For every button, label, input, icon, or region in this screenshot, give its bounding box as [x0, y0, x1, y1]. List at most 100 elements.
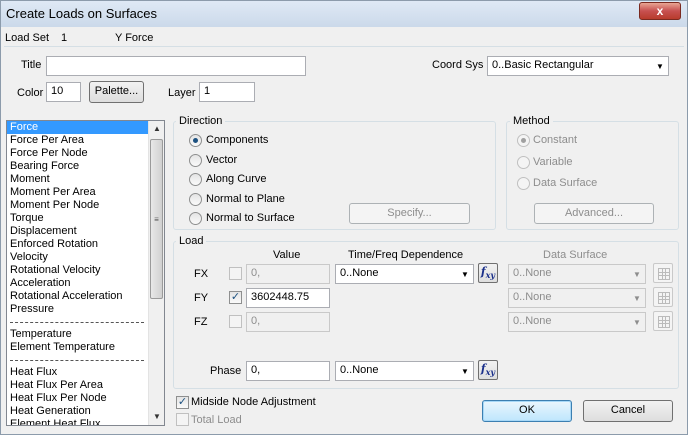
load-set-id: 1 [61, 32, 68, 44]
coord-sys-select[interactable]: 0..Basic Rectangular ▼ [487, 56, 669, 76]
load-type-item[interactable]: Force Per Node [7, 147, 164, 160]
cancel-button[interactable]: Cancel [583, 400, 673, 422]
phase-time-value: 0..None [340, 364, 379, 376]
load-type-item[interactable]: Element Temperature [7, 341, 164, 354]
total-load-checkbox[interactable] [176, 413, 189, 426]
fz-data-surface-select[interactable]: 0..None ▼ [508, 312, 646, 332]
fy-data-surface-table-icon[interactable] [653, 287, 673, 307]
load-set-label: Load Set [5, 32, 50, 44]
fz-data-surface-table-icon[interactable] [653, 311, 673, 331]
chevron-down-icon: ▼ [633, 293, 641, 303]
color-label: Color [17, 87, 44, 99]
fx-time-value: 0..None [340, 267, 379, 279]
midside-checkbox[interactable]: ✓ [176, 396, 189, 409]
fx-function-editor-icon[interactable]: fxy [478, 263, 498, 283]
method-radio[interactable] [517, 155, 530, 169]
fy-data-surface-value: 0..None [513, 291, 552, 303]
direction-radio[interactable] [189, 153, 202, 167]
value-column-header: Value [273, 249, 301, 261]
load-type-item[interactable]: Pressure [7, 303, 164, 316]
direction-title: Direction [176, 115, 226, 127]
direction-option-label: Along Curve [206, 173, 267, 185]
direction-radio[interactable] [189, 212, 202, 225]
load-set-name: Y Force [115, 32, 154, 44]
fy-data-surface-select[interactable]: 0..None ▼ [508, 288, 646, 308]
direction-radio[interactable] [189, 134, 202, 147]
scroll-down-icon[interactable]: ▼ [149, 409, 164, 425]
check-icon: ✓ [230, 291, 241, 303]
load-type-item[interactable]: Bearing Force [7, 160, 164, 173]
list-scrollbar[interactable]: ▲ ≡ ▼ [148, 121, 164, 425]
close-button[interactable]: x [639, 2, 681, 20]
load-type-list[interactable]: Force Force Per Area Force Per Node Bearing… [6, 120, 165, 426]
load-type-item[interactable]: Heat Flux Per Area [7, 379, 164, 392]
direction-radio[interactable] [189, 192, 202, 206]
load-type-item[interactable]: Element Heat Flux [7, 418, 164, 425]
fxy-subscript: xy [485, 367, 496, 378]
layer-label: Layer [168, 87, 196, 99]
check-icon: ✓ [177, 396, 188, 408]
load-type-item[interactable]: Torque [7, 212, 164, 225]
load-type-item[interactable]: Heat Generation [7, 405, 164, 418]
color-input[interactable]: 10 [46, 82, 81, 102]
coord-sys-label: Coord Sys [432, 59, 484, 71]
scroll-thumb[interactable]: ≡ [150, 139, 163, 299]
load-type-item[interactable]: Velocity [7, 251, 164, 264]
load-type-item[interactable]: Moment [7, 173, 164, 186]
title-label: Title [21, 59, 42, 71]
window-title: Create Loads on Surfaces [6, 6, 158, 21]
load-type-item[interactable]: Acceleration [7, 277, 164, 290]
advanced-button[interactable]: Advanced... [534, 203, 654, 224]
palette-button[interactable]: Palette... [89, 81, 144, 103]
direction-option-label: Normal to Plane [206, 192, 285, 205]
ok-button[interactable]: OK [482, 400, 572, 422]
header-divider [4, 46, 684, 47]
load-type-item[interactable]: Displacement [7, 225, 164, 238]
phase-time-select[interactable]: 0..None ▼ [335, 361, 474, 381]
direction-option-label: Normal to Surface [206, 212, 295, 224]
fx-data-surface-table-icon[interactable] [653, 263, 673, 283]
fx-data-surface-select[interactable]: 0..None ▼ [508, 264, 646, 284]
load-type-item[interactable]: Heat Flux Per Node [7, 392, 164, 405]
load-type-item[interactable]: Rotational Velocity [7, 264, 164, 277]
fz-data-surface-value: 0..None [513, 315, 552, 327]
layer-input[interactable]: 1 [199, 82, 255, 102]
specify-button[interactable]: Specify... [349, 203, 470, 224]
fx-value-input[interactable]: 0, [246, 264, 330, 284]
phase-label: Phase [210, 365, 242, 377]
load-type-item[interactable]: Enforced Rotation [7, 238, 164, 251]
method-option-label: Variable [533, 155, 573, 168]
load-type-item[interactable]: Rotational Acceleration [7, 290, 164, 303]
fy-value-input[interactable]: 3602448.75 [246, 288, 330, 308]
fy-label: FY [194, 292, 209, 304]
phase-function-editor-icon[interactable]: fxy [478, 360, 498, 380]
fy-checkbox[interactable]: ✓ [229, 291, 242, 304]
load-type-item[interactable]: Force Per Area [7, 134, 164, 147]
fz-value-input[interactable]: 0, [246, 312, 330, 332]
direction-radio[interactable] [189, 173, 202, 186]
chevron-down-icon: ▼ [461, 269, 469, 279]
fx-checkbox[interactable] [229, 267, 242, 280]
chevron-down-icon: ▼ [461, 366, 469, 376]
method-radio[interactable] [517, 177, 530, 190]
fx-time-select[interactable]: 0..None ▼ [335, 264, 474, 284]
load-type-item[interactable]: Moment Per Node [7, 199, 164, 212]
method-radio[interactable] [517, 134, 530, 147]
fz-checkbox[interactable] [229, 315, 242, 328]
title-input[interactable] [46, 56, 306, 76]
chevron-down-icon: ▼ [633, 317, 641, 327]
load-type-item[interactable]: Moment Per Area [7, 186, 164, 199]
load-type-item[interactable]: Heat Flux [7, 366, 164, 379]
method-title: Method [510, 115, 553, 127]
direction-option-label: Vector [206, 153, 238, 166]
fx-data-surface-value: 0..None [513, 267, 552, 279]
time-column-header: Time/Freq Dependence [348, 249, 464, 261]
list-separator [7, 316, 164, 328]
load-type-item[interactable]: Force [7, 121, 148, 134]
phase-input[interactable]: 0, [246, 361, 330, 381]
grip-icon: ≡ [154, 215, 159, 224]
scroll-up-icon[interactable]: ▲ [149, 121, 164, 137]
load-type-item[interactable]: Temperature [7, 328, 164, 341]
method-option-label: Data Surface [533, 177, 598, 189]
chevron-down-icon: ▼ [656, 61, 664, 71]
